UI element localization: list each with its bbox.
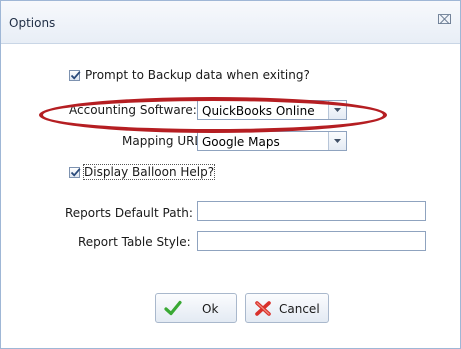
balloon-help-checkbox[interactable] — [69, 167, 81, 178]
title-bar[interactable]: Options ⌧ — [1, 1, 460, 44]
chevron-down-icon — [334, 139, 341, 143]
checkmark-icon — [164, 300, 182, 316]
mapping-url-label: Mapping URL: — [122, 134, 206, 148]
balloon-help-label[interactable]: Display Balloon Help? — [82, 164, 216, 180]
prompt-backup-checkbox[interactable] — [69, 70, 81, 81]
x-icon — [255, 301, 271, 316]
options-dialog: Options ⌧ Prompt to Backup data when exi… — [0, 0, 461, 349]
mapping-url-dropdown[interactable]: Google Maps — [197, 131, 347, 151]
accounting-software-value: QuickBooks Online — [202, 104, 315, 118]
ok-button-label: Ok — [202, 302, 219, 316]
prompt-backup-label[interactable]: Prompt to Backup data when exiting? — [85, 68, 310, 82]
mapping-url-dropdown-button[interactable] — [328, 132, 346, 150]
accounting-software-dropdown-button[interactable] — [328, 101, 346, 119]
chevron-down-icon — [334, 108, 341, 112]
window-title: Options — [9, 16, 56, 30]
ok-button[interactable]: Ok — [155, 293, 237, 323]
accounting-software-label: Accounting Software: — [69, 103, 197, 117]
cancel-button-label: Cancel — [279, 302, 320, 316]
accounting-software-dropdown[interactable]: QuickBooks Online — [197, 100, 347, 120]
dialog-body: Prompt to Backup data when exiting? Acco… — [1, 44, 460, 348]
checkmark-icon — [70, 168, 81, 177]
reports-default-path-label: Reports Default Path: — [65, 206, 193, 220]
cancel-button[interactable]: Cancel — [245, 293, 329, 323]
report-table-style-label: Report Table Style: — [78, 235, 191, 249]
mapping-url-value: Google Maps — [202, 135, 280, 149]
close-icon[interactable]: ⌧ — [437, 14, 452, 28]
report-table-style-input[interactable] — [197, 231, 426, 251]
reports-default-path-input[interactable] — [197, 201, 426, 221]
checkmark-icon — [70, 71, 81, 80]
